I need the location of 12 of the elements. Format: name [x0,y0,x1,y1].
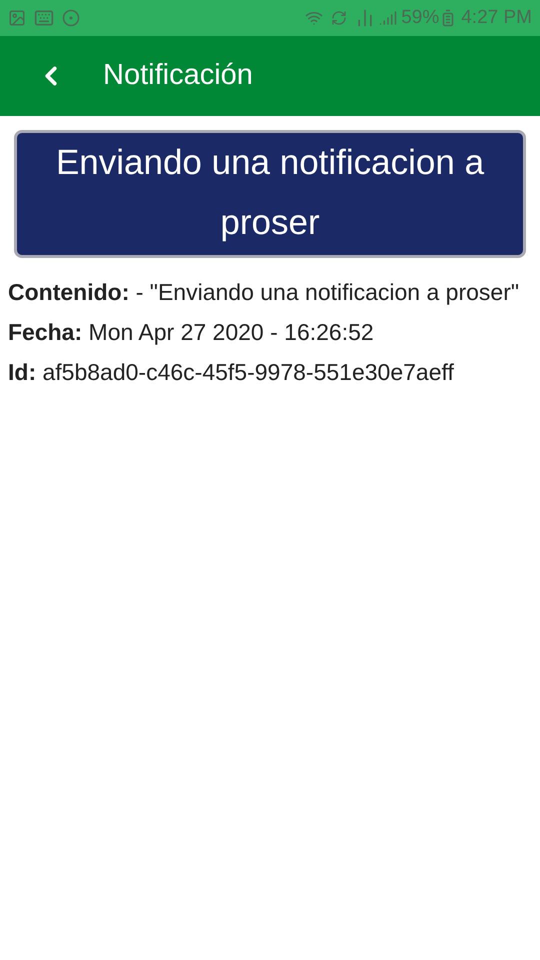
app-bar-title: Notificación [103,58,253,94]
battery-percent: 59% [401,6,440,30]
keyboard-icon [34,8,54,28]
detail-line: Fecha: Mon Apr 27 2020 - 16:26:52 [8,318,375,347]
status-time: 4:27 PM [461,6,532,30]
signal-icon [379,9,398,27]
wifi-icon [305,9,324,27]
image-icon [8,9,26,27]
sync-icon [331,10,348,26]
detail-line: Id: af5b8ad0-c46c-45f5-9978-551e30e7aeff [8,358,455,387]
detail-line: Contenido: - "Enviando una notificacion a proser" [8,278,520,307]
notification-banner: Enviando una notificacion a proser [14,130,526,258]
